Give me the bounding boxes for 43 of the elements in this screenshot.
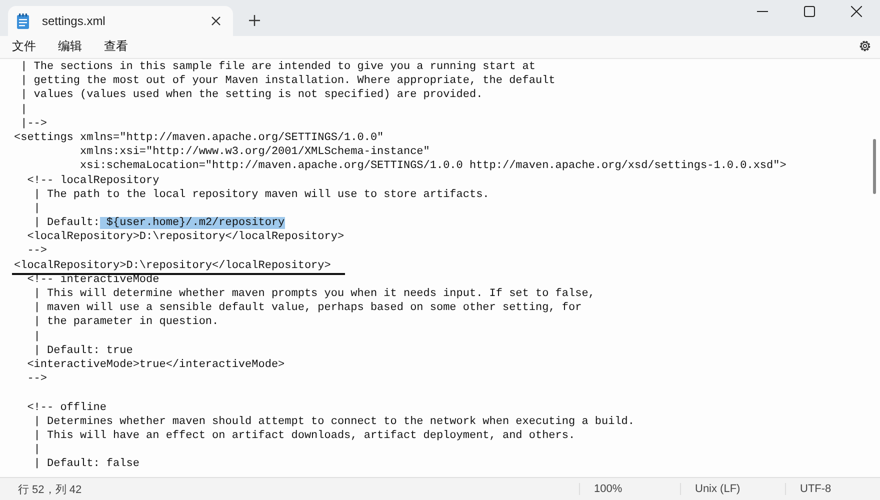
file-tab[interactable]: settings.xml <box>8 6 233 36</box>
menu-item[interactable]: 编辑 <box>58 38 82 54</box>
code-line: <settings xmlns="http://maven.apache.org/SETTINGS/1.0.0" <box>14 132 384 144</box>
code-line: xsi:schemaLocation="http://maven.apache.org/SETTINGS/1.0.0 http://maven.apache.org/xsd/settings-1.0.0.xsd"> <box>79 160 786 172</box>
code-line: <!-- offline <box>26 402 106 414</box>
close-tab-icon[interactable] <box>211 16 221 26</box>
zoom-level: 100% <box>579 483 680 495</box>
code-line: | The sections in this sample file are intended to give you a running start at <box>20 61 536 73</box>
line-ending: Unix (LF) <box>680 483 785 495</box>
code-line: | getting the most out of your Maven installation. Where appropriate, the default <box>20 75 556 88</box>
cursor-position: 行 52，列 42 <box>18 482 82 496</box>
code-line: | <box>32 330 40 343</box>
new-tab-icon[interactable] <box>249 15 260 26</box>
code-line: xmlns:xsi="http://www.w3.org/2001/XMLSchema-instance" <box>79 146 430 158</box>
code-line: | <box>32 202 40 215</box>
code-line: --> <box>26 373 48 386</box>
code-line: | maven will use a sensible default value, perhaps based on some other setting, for <box>32 302 582 314</box>
encoding: UTF-8 <box>785 483 880 495</box>
menu-item[interactable]: 查看 <box>104 38 128 54</box>
code-line: | <box>20 104 28 116</box>
code-line: | Default: false <box>32 458 140 470</box>
close-icon[interactable] <box>851 6 862 17</box>
code-line: | Default: true <box>32 344 133 357</box>
code-line: <interactiveMode>true</interactiveMode> <box>26 358 285 371</box>
tab-title: settings.xml <box>42 14 106 28</box>
code-line: | This will have an effect on artifact downloads, artifact deployment, and others. <box>32 430 576 442</box>
code-line: <!-- localRepository <box>26 174 160 186</box>
code-line: | Determines whether maven should attempt to connect to the network when executing a build. <box>32 416 635 428</box>
code-line: | values (values used when the setting is not specified) are provided. <box>20 89 483 102</box>
code-line: <!-- interactiveMode <box>26 274 160 286</box>
code-line: <localRepository>D:\repository</localRepository> <box>26 231 344 244</box>
code-line: | The path to the local repository maven will use to store artifacts. <box>32 188 490 201</box>
code-line: | the parameter in question. <box>32 316 219 328</box>
menu-item[interactable]: 文件 <box>12 38 36 54</box>
code-line: | <box>32 444 40 456</box>
code-line: |--> <box>20 118 48 130</box>
code-line: | This will determine whether maven prompts you when it needs input. If set to false, <box>32 288 595 300</box>
code-line: --> <box>26 245 48 258</box>
settings-icon[interactable] <box>858 39 872 53</box>
scrollbar-thumb[interactable] <box>873 139 876 194</box>
maximize-icon[interactable] <box>804 6 815 17</box>
notepad-icon <box>16 12 30 30</box>
underlined-code-line: <localRepository>D:\repository</localRepository> <box>12 260 345 275</box>
